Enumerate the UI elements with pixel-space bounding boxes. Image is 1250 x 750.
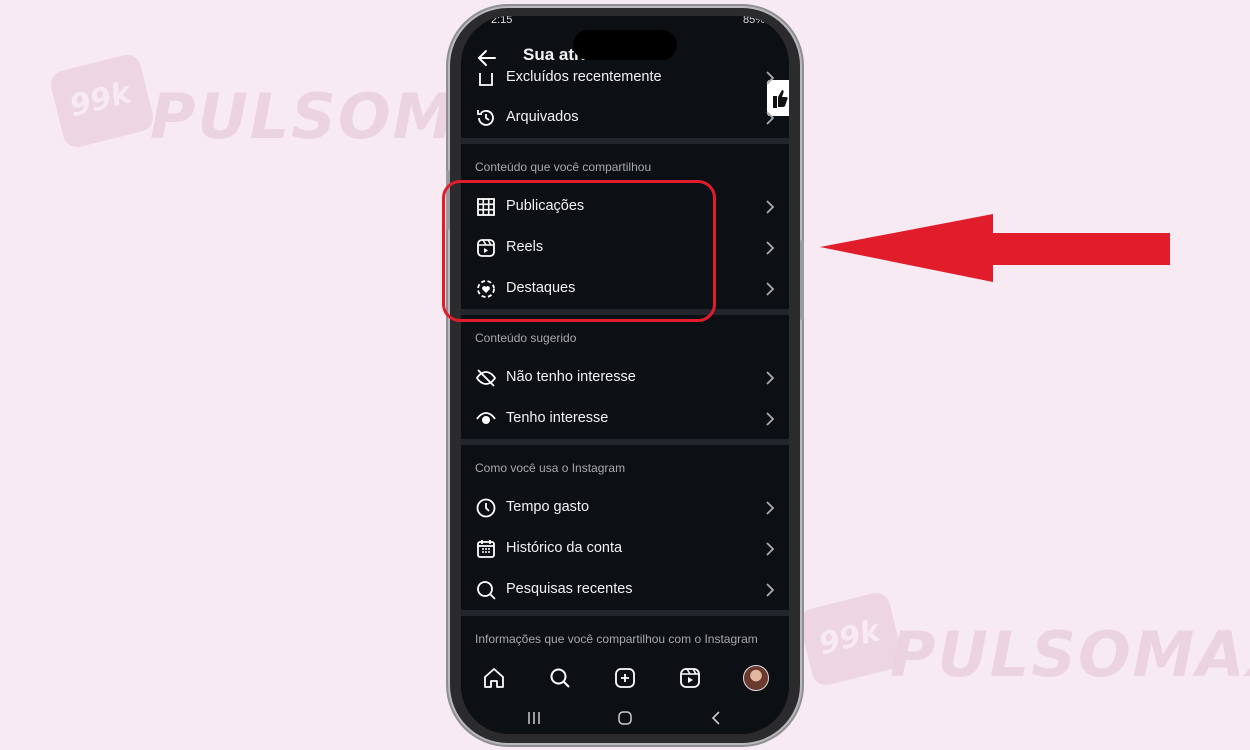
- list-item-label: Arquivados: [506, 109, 579, 125]
- chevron-right-icon: [766, 200, 775, 214]
- section-heading: Informações que você compartilhou com o …: [475, 632, 758, 646]
- recents-icon[interactable]: [525, 710, 543, 726]
- list-item-excluidos[interactable]: Excluídos recentemente: [461, 58, 789, 98]
- watermark-badge: 99k: [47, 52, 157, 150]
- eye-icon: [476, 412, 496, 424]
- section-heading: Conteúdo que você compartilhou: [475, 160, 652, 174]
- clock-icon: [476, 498, 496, 518]
- bottom-nav: [461, 656, 789, 700]
- chevron-right-icon: [766, 371, 775, 385]
- home-icon[interactable]: [482, 666, 506, 690]
- power-button: [800, 240, 804, 320]
- list-item-tenho-interesse[interactable]: Tenho interesse: [461, 399, 789, 439]
- divider: [461, 610, 789, 616]
- list-item-arquivados[interactable]: Arquivados: [461, 98, 789, 138]
- watermark-badge-2: 99k: [796, 590, 906, 688]
- back-icon[interactable]: [707, 710, 725, 726]
- chevron-right-icon: [766, 71, 775, 85]
- profile-avatar[interactable]: [743, 665, 769, 691]
- app-screen: 2:15 85% Sua atividade Excluídos recente…: [461, 16, 789, 734]
- list-item-label: Tempo gasto: [506, 499, 590, 515]
- watermark-text-2: PULSOMAX: [890, 618, 1250, 691]
- eye-off-icon: [475, 369, 497, 387]
- status-battery: 85%: [742, 16, 765, 26]
- chevron-right-icon: [766, 501, 775, 515]
- list-item-pesquisas-recentes[interactable]: Pesquisas recentes: [461, 570, 789, 610]
- chevron-right-icon: [766, 282, 775, 296]
- search-icon[interactable]: [548, 666, 572, 690]
- create-icon[interactable]: [613, 666, 637, 690]
- trash-icon: [479, 73, 493, 86]
- chevron-right-icon: [766, 542, 775, 556]
- calendar-icon: [477, 540, 495, 558]
- reels-icon[interactable]: [678, 666, 702, 690]
- list-item-label: Excluídos recentemente: [506, 69, 662, 85]
- list-item-label: Pesquisas recentes: [506, 581, 633, 597]
- chevron-right-icon: [766, 412, 775, 426]
- arrow-left-icon: [820, 214, 1170, 282]
- list-item-label: Não tenho interesse: [506, 369, 636, 385]
- archive-history-icon: [477, 110, 494, 126]
- divider: [461, 439, 789, 445]
- list-item-historico-da-conta[interactable]: Histórico da conta: [461, 529, 789, 569]
- list-item-tempo-gasto[interactable]: Tempo gasto: [461, 488, 789, 528]
- system-nav-bar: [461, 706, 789, 732]
- divider: [461, 138, 789, 144]
- section-heading: Conteúdo sugerido: [475, 331, 577, 345]
- section-heading: Como você usa o Instagram: [475, 461, 626, 475]
- list-item-label: Tenho interesse: [506, 410, 609, 426]
- status-time: 2:15: [491, 16, 513, 26]
- search-icon: [477, 581, 496, 600]
- chevron-right-icon: [766, 111, 775, 125]
- home-button-icon[interactable]: [616, 710, 634, 726]
- camera-notch: [573, 30, 677, 60]
- list-item-nao-tenho-interesse[interactable]: Não tenho interesse: [461, 358, 789, 398]
- list-item-label: Histórico da conta: [506, 540, 623, 556]
- chevron-right-icon: [766, 241, 775, 255]
- chevron-right-icon: [766, 583, 775, 597]
- status-bar: 2:15 85%: [491, 16, 765, 28]
- highlight-box: [442, 180, 716, 322]
